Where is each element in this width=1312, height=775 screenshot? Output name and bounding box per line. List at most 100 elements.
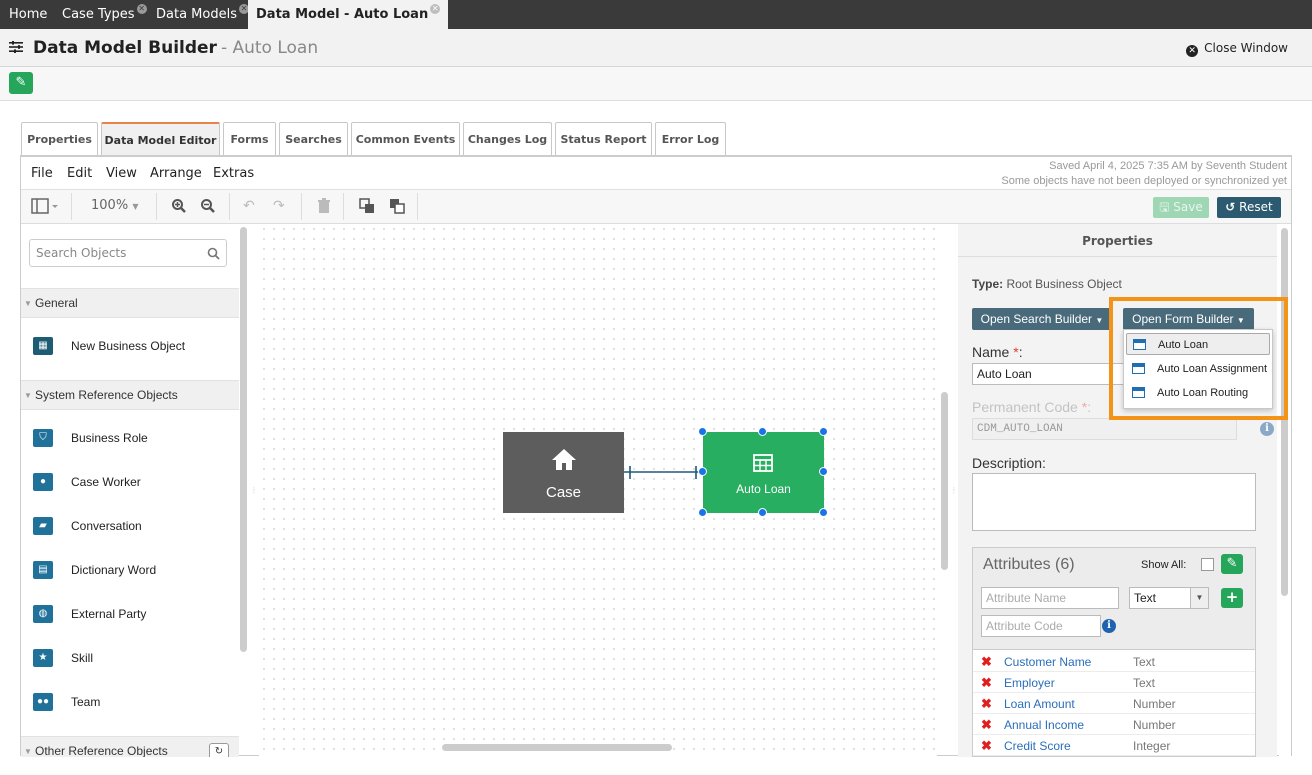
trash-icon[interactable] bbox=[317, 198, 331, 218]
search-objects-input[interactable]: Search Objects bbox=[29, 239, 227, 267]
show-all-checkbox[interactable] bbox=[1201, 558, 1214, 571]
menu-view[interactable]: View bbox=[106, 166, 137, 181]
edit-button[interactable]: ✎ bbox=[9, 72, 33, 94]
menu-file[interactable]: File bbox=[31, 166, 53, 181]
attribute-name-link[interactable]: Employer bbox=[1004, 676, 1055, 690]
dropdown-item-auto-loan-assignment[interactable]: Auto Loan Assignment bbox=[1126, 358, 1270, 380]
tab-status-report[interactable]: Status Report bbox=[555, 122, 652, 156]
page-subtitle: - Auto Loan bbox=[220, 38, 319, 58]
tab-data-model-auto-loan[interactable]: Data Model - Auto Loan ✕ bbox=[248, 0, 449, 29]
menu-bar: File Edit View Arrange Extras Saved Apri… bbox=[21, 157, 1291, 190]
palette-scrollbar[interactable] bbox=[240, 227, 247, 652]
tab-error-log[interactable]: Error Log bbox=[655, 122, 726, 156]
resize-handle[interactable] bbox=[819, 427, 828, 436]
undo-icon[interactable]: ↶ bbox=[243, 198, 255, 214]
attribute-code-input[interactable]: Attribute Code bbox=[981, 615, 1101, 637]
attribute-name-input[interactable]: Attribute Name bbox=[981, 587, 1119, 609]
add-attribute-button[interactable]: + bbox=[1221, 588, 1243, 608]
caret-down-icon: ▼ bbox=[24, 391, 32, 400]
attribute-row: ✖ Credit Score Integer bbox=[973, 735, 1255, 756]
deploy-status: Some objects have not been deployed or s… bbox=[1001, 175, 1287, 187]
sliders-icon bbox=[9, 41, 23, 53]
tab-case-types[interactable]: Case Types ✕ bbox=[62, 0, 147, 29]
properties-panel: Properties Type: Root Business Object Op… bbox=[958, 224, 1277, 757]
delete-icon[interactable]: ✖ bbox=[981, 654, 992, 670]
pencil-icon: ✎ bbox=[15, 75, 27, 90]
zoom-select[interactable]: 100% ▼ bbox=[91, 198, 138, 213]
right-splitter-handle[interactable]: ⦙ bbox=[953, 486, 955, 496]
toolbar-separator bbox=[301, 193, 302, 220]
page-header: Data Model Builder - Auto Loan ✕ Close Win… bbox=[0, 29, 1312, 67]
close-tab-icon[interactable]: ✕ bbox=[136, 4, 147, 14]
description-label: Description: bbox=[972, 455, 1046, 471]
left-splitter-handle[interactable]: ⦙ bbox=[253, 486, 255, 496]
close-tab-icon[interactable]: ✕ bbox=[430, 4, 441, 14]
globe-icon: ◍ bbox=[33, 605, 53, 623]
open-search-builder-button[interactable]: Open Search Builder ▼ bbox=[972, 308, 1112, 330]
tab-common-events[interactable]: Common Events bbox=[351, 122, 460, 156]
info-icon[interactable]: i bbox=[1260, 422, 1274, 436]
section-general[interactable]: ▼ General bbox=[21, 288, 239, 318]
permanent-code-field: CDM_AUTO_LOAN bbox=[972, 418, 1237, 440]
layout-panel-icon[interactable] bbox=[31, 197, 59, 219]
table-icon bbox=[753, 454, 773, 472]
resize-handle[interactable] bbox=[819, 508, 828, 517]
tab-forms[interactable]: Forms bbox=[223, 122, 276, 156]
close-window-button[interactable]: ✕ Close Window bbox=[1186, 41, 1288, 57]
tab-searches[interactable]: Searches bbox=[279, 122, 348, 156]
zoom-in-icon[interactable] bbox=[171, 198, 187, 218]
tab-data-models[interactable]: Data Models ✕ bbox=[156, 0, 249, 29]
tab-home[interactable]: Home bbox=[9, 0, 47, 29]
document-icon: ▤ bbox=[33, 561, 53, 579]
resize-handle[interactable] bbox=[698, 508, 707, 517]
resize-handle[interactable] bbox=[758, 508, 767, 517]
dropdown-item-auto-loan[interactable]: Auto Loan bbox=[1126, 333, 1270, 355]
bring-to-front-icon[interactable] bbox=[359, 198, 375, 218]
attribute-name-link[interactable]: Customer Name bbox=[1004, 655, 1091, 669]
diagram-canvas[interactable]: Case Auto Loan bbox=[259, 224, 948, 757]
zoom-out-icon[interactable] bbox=[200, 198, 216, 218]
resize-handle[interactable] bbox=[698, 467, 707, 476]
attribute-name-link[interactable]: Loan Amount bbox=[1004, 697, 1075, 711]
menu-arrange[interactable]: Arrange bbox=[150, 166, 202, 181]
menu-edit[interactable]: Edit bbox=[67, 166, 92, 181]
attribute-row: ✖ Annual Income Number bbox=[973, 714, 1255, 735]
properties-scroll-thumb[interactable] bbox=[1281, 228, 1288, 596]
delete-icon[interactable]: ✖ bbox=[981, 738, 992, 754]
open-form-builder-button[interactable]: Open Form Builder ▼ bbox=[1123, 308, 1254, 330]
resize-handle[interactable] bbox=[758, 427, 767, 436]
tab-changes-log[interactable]: Changes Log bbox=[463, 122, 552, 156]
attribute-name-link[interactable]: Annual Income bbox=[1004, 718, 1084, 732]
dropdown-item-auto-loan-routing[interactable]: Auto Loan Routing bbox=[1126, 382, 1270, 404]
auto-loan-node[interactable]: Auto Loan bbox=[703, 432, 824, 513]
resize-handle[interactable] bbox=[819, 467, 828, 476]
description-field[interactable] bbox=[972, 473, 1256, 531]
save-button[interactable]: 🖫 Save bbox=[1153, 197, 1209, 218]
tab-data-model-editor[interactable]: Data Model Editor bbox=[101, 122, 220, 156]
form-icon bbox=[1132, 387, 1145, 398]
tab-properties[interactable]: Properties bbox=[21, 122, 98, 156]
menu-extras[interactable]: Extras bbox=[213, 166, 254, 181]
edit-bar: ✎ bbox=[0, 67, 1312, 101]
section-system-reference-objects[interactable]: ▼ System Reference Objects bbox=[21, 380, 239, 410]
reset-button[interactable]: ↺ Reset bbox=[1217, 197, 1281, 218]
delete-icon[interactable]: ✖ bbox=[981, 696, 992, 712]
canvas-vertical-scrollbar[interactable] bbox=[941, 392, 948, 570]
refresh-icon[interactable]: ↻ bbox=[209, 743, 229, 757]
canvas-horizontal-scrollbar[interactable] bbox=[442, 744, 672, 751]
case-node[interactable]: Case bbox=[503, 432, 624, 513]
delete-icon[interactable]: ✖ bbox=[981, 717, 992, 733]
plus-icon: + bbox=[1225, 588, 1239, 606]
toolbar-separator bbox=[343, 193, 344, 220]
redo-icon[interactable]: ↷ bbox=[273, 198, 285, 214]
delete-icon[interactable]: ✖ bbox=[981, 675, 992, 691]
info-icon[interactable]: i bbox=[1102, 619, 1116, 633]
properties-scrollbar[interactable] bbox=[1279, 224, 1291, 757]
edit-attributes-button[interactable]: ✎ bbox=[1221, 554, 1243, 574]
attribute-type-select[interactable]: Text ▼ bbox=[1129, 587, 1209, 609]
attribute-name-link[interactable]: Credit Score bbox=[1004, 739, 1071, 753]
top-tab-bar: Home Case Types ✕ Data Models ✕ Data Model… bbox=[0, 0, 1312, 29]
send-to-back-icon[interactable] bbox=[389, 198, 405, 218]
section-other-reference-objects[interactable]: ▼ Other Reference Objects ↻ bbox=[21, 736, 239, 757]
resize-handle[interactable] bbox=[698, 427, 707, 436]
